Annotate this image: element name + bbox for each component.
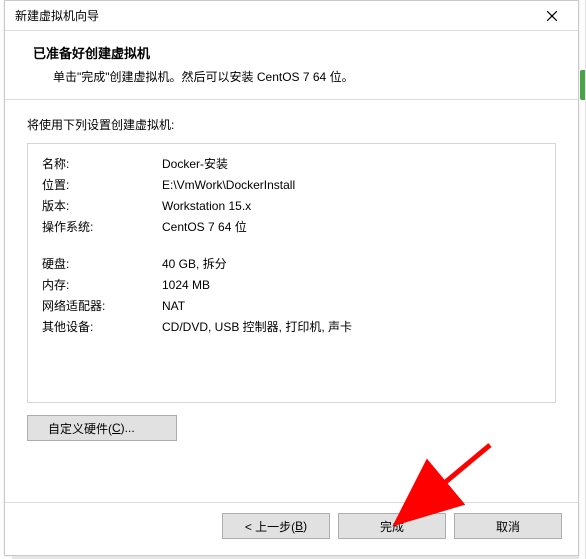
body-area: 将使用下列设置创建虚拟机: 名称: Docker-安装 位置: E:\VmWor… <box>5 100 578 441</box>
header-heading: 已准备好创建虚拟机 <box>33 43 550 62</box>
summary-key: 内存: <box>42 275 162 296</box>
table-row: 名称: Docker-安装 <box>42 154 541 175</box>
back-button[interactable]: < 上一步(B) <box>222 513 330 539</box>
header-sub: 单击"完成"创建虚拟机。然后可以安装 CentOS 7 64 位。 <box>33 68 550 85</box>
summary-value: 1024 MB <box>162 275 541 296</box>
table-row: 其他设备: CD/DVD, USB 控制器, 打印机, 声卡 <box>42 317 541 338</box>
btn-text-pre: 自定义硬件( <box>48 420 112 437</box>
summary-value: NAT <box>162 296 541 317</box>
table-row: 版本: Workstation 15.x <box>42 196 541 217</box>
summary-key: 网络适配器: <box>42 296 162 317</box>
btn-text: 完成 <box>380 518 404 535</box>
summary-intro: 将使用下列设置创建虚拟机: <box>27 116 556 133</box>
footer-buttons: < 上一步(B) 完成 取消 <box>5 502 578 545</box>
summary-value: Docker-安装 <box>162 154 541 175</box>
customize-row: 自定义硬件(C)... <box>27 415 556 441</box>
table-row: 内存: 1024 MB <box>42 275 541 296</box>
summary-value: E:\VmWork\DockerInstall <box>162 175 541 196</box>
summary-key: 其他设备: <box>42 317 162 338</box>
summary-value: CentOS 7 64 位 <box>162 217 541 238</box>
customize-hardware-button[interactable]: 自定义硬件(C)... <box>27 415 177 441</box>
summary-divider <box>42 238 541 254</box>
close-icon <box>547 11 557 21</box>
close-button[interactable] <box>532 2 572 30</box>
screenshot-root: 新建虚拟机向导 已准备好创建虚拟机 单击"完成"创建虚拟机。然后可以安装 Cen… <box>0 0 586 559</box>
btn-text: 取消 <box>496 518 520 535</box>
cancel-button[interactable]: 取消 <box>454 513 562 539</box>
table-row: 操作系统: CentOS 7 64 位 <box>42 217 541 238</box>
summary-key: 硬盘: <box>42 254 162 275</box>
table-row: 硬盘: 40 GB, 拆分 <box>42 254 541 275</box>
summary-value: CD/DVD, USB 控制器, 打印机, 声卡 <box>162 317 541 338</box>
header-area: 已准备好创建虚拟机 单击"完成"创建虚拟机。然后可以安装 CentOS 7 64… <box>5 31 578 100</box>
summary-value: 40 GB, 拆分 <box>162 254 541 275</box>
summary-value: Workstation 15.x <box>162 196 541 217</box>
window-title: 新建虚拟机向导 <box>15 7 99 24</box>
summary-key: 操作系统: <box>42 217 162 238</box>
btn-text-post: ) <box>303 519 307 533</box>
table-row: 位置: E:\VmWork\DockerInstall <box>42 175 541 196</box>
summary-box: 名称: Docker-安装 位置: E:\VmWork\DockerInstal… <box>27 143 556 403</box>
summary-key: 名称: <box>42 154 162 175</box>
summary-key: 位置: <box>42 175 162 196</box>
btn-text-key: B <box>295 519 303 533</box>
wizard-dialog: 新建虚拟机向导 已准备好创建虚拟机 单击"完成"创建虚拟机。然后可以安装 Cen… <box>4 0 579 556</box>
titlebar: 新建虚拟机向导 <box>5 1 578 31</box>
right-edge-strip <box>580 70 585 100</box>
btn-text-pre: < 上一步( <box>245 518 295 535</box>
summary-key: 版本: <box>42 196 162 217</box>
table-row: 网络适配器: NAT <box>42 296 541 317</box>
btn-text-key: C <box>112 421 121 435</box>
finish-button[interactable]: 完成 <box>338 513 446 539</box>
btn-text-post: )... <box>121 421 135 435</box>
